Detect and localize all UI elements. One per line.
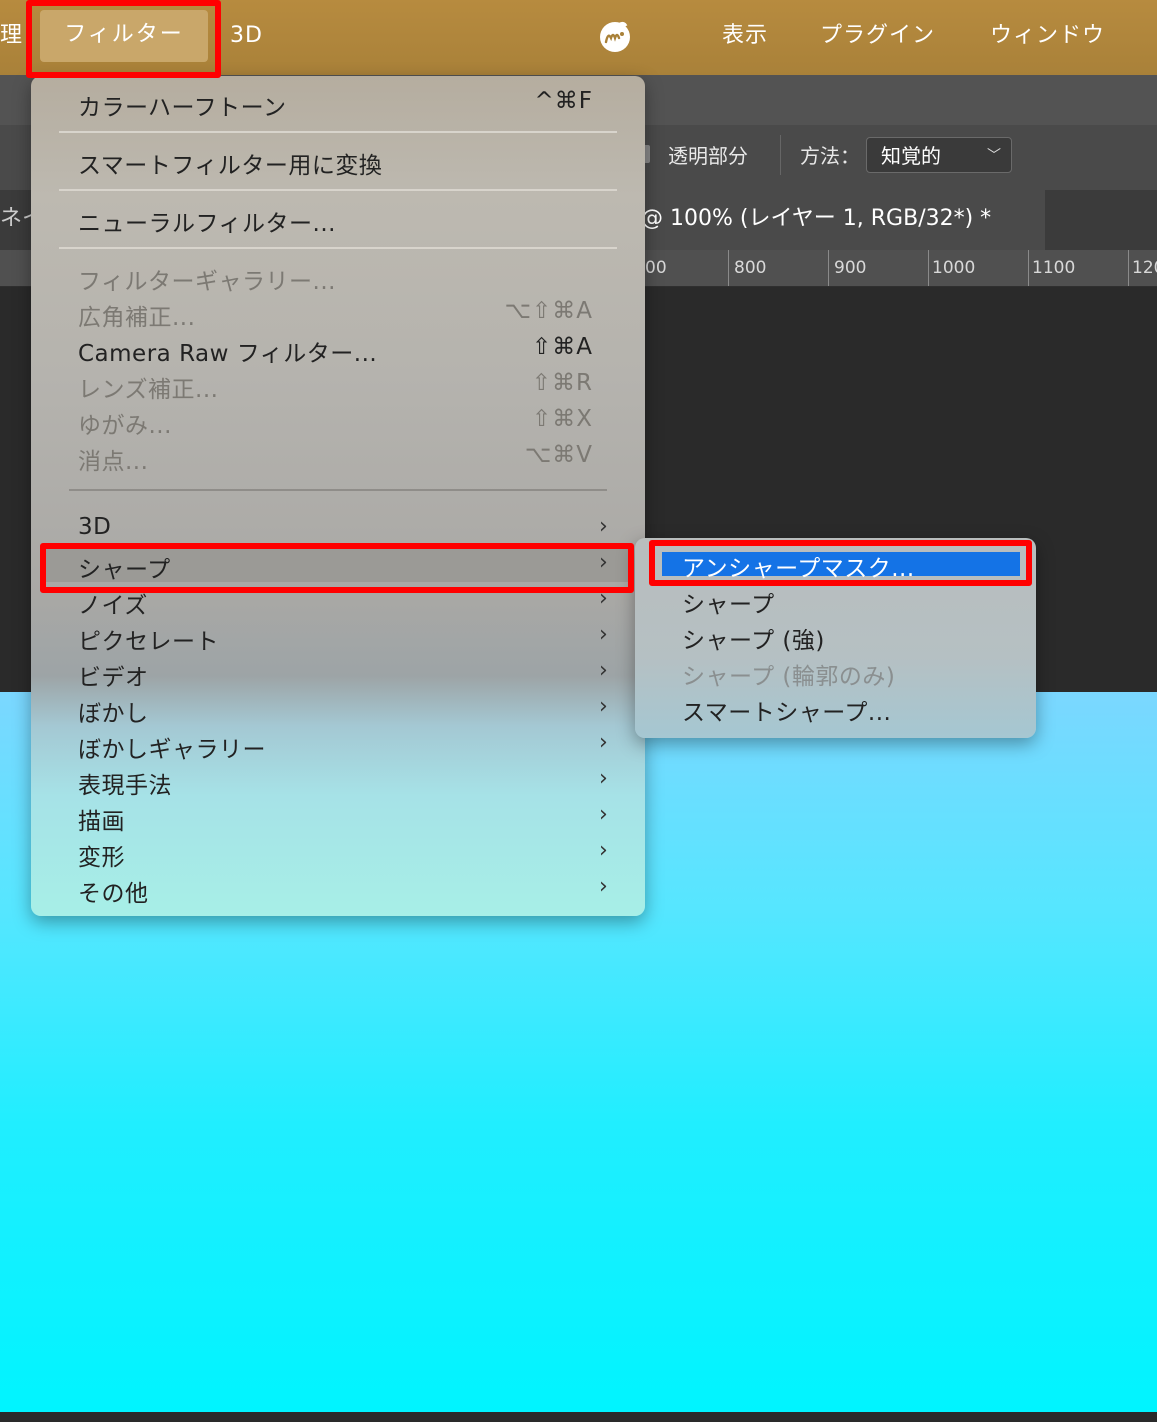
menu-separator: [59, 247, 617, 249]
menu-item-vanishing-point[interactable]: 消点...: [78, 442, 148, 476]
transparency-label: 透明部分: [668, 144, 748, 168]
status-strip: [0, 1412, 1157, 1422]
chevron-down-icon: ﹀: [987, 148, 1001, 164]
ruler-tick: [928, 250, 929, 286]
submenu-item-sharpen-more[interactable]: シャープ (強): [682, 621, 825, 655]
document-tab-title: 1 @ 100% (レイヤー 1, RGB/32*) *: [620, 206, 992, 231]
menu-item-blur-gallery[interactable]: ぼかしギャラリー: [78, 730, 266, 764]
chevron-right-icon: ›: [599, 694, 608, 719]
submenu-item-sharpen-edges[interactable]: シャープ (輪郭のみ): [682, 657, 895, 691]
menu-item-blur[interactable]: ぼかし: [78, 694, 149, 728]
method-label: 方法：: [800, 144, 860, 168]
ruler-label: 00: [645, 258, 667, 278]
menu-item-convert-smart-filter[interactable]: スマートフィルター用に変換: [78, 146, 382, 180]
chevron-right-icon: ›: [599, 766, 608, 791]
menu-item-video[interactable]: ビデオ: [78, 658, 149, 692]
menu-item-lens-correction[interactable]: レンズ補正...: [78, 370, 218, 404]
method-select[interactable]: 知覚的 ﹀: [866, 137, 1012, 173]
ruler-tick: [1028, 250, 1029, 286]
chevron-right-icon: ›: [599, 838, 608, 863]
menu-shortcut: ⇧⌘X: [531, 406, 593, 432]
menu-shortcut: ⌥⌘V: [524, 442, 593, 468]
menubar-item-window[interactable]: ウィンドウ: [990, 0, 1105, 75]
menu-shortcut: ⇧⌘R: [531, 370, 593, 396]
submenu-item-smart-sharpen[interactable]: スマートシャープ...: [682, 693, 891, 727]
document-tab-active[interactable]: 1 @ 100% (レイヤー 1, RGB/32*) *: [620, 190, 1045, 250]
menu-item-filter-gallery[interactable]: フィルターギャラリー...: [78, 262, 336, 296]
menu-item-other[interactable]: その他: [78, 874, 149, 908]
menubar-item-plugins[interactable]: プラグイン: [820, 0, 935, 75]
annotation-box-sharpen: [40, 543, 634, 593]
ruler-tick: [1128, 250, 1129, 286]
ruler-tick: [728, 250, 729, 286]
menu-item-camera-raw-filter[interactable]: Camera Raw フィルター...: [78, 334, 377, 368]
ruler-tick: [828, 250, 829, 286]
menu-separator: [59, 189, 617, 191]
menu-item-3d[interactable]: 3D: [78, 514, 111, 540]
chevron-right-icon: ›: [599, 658, 608, 683]
menu-item-distort[interactable]: 変形: [78, 838, 125, 872]
menubar-item-fragment[interactable]: 理: [0, 0, 23, 75]
menu-item-adaptive-wide-angle[interactable]: 広角補正...: [78, 298, 195, 332]
menu-shortcut: ^⌘F: [534, 88, 593, 114]
ruler-label: 120: [1132, 258, 1157, 278]
menubar-item-3d[interactable]: 3D: [230, 0, 263, 75]
app-logo-icon[interactable]: [598, 20, 632, 54]
menu-item-render[interactable]: 描画: [78, 802, 125, 836]
menu-item-pixelate[interactable]: ピクセレート: [78, 622, 219, 656]
annotation-box-filter-menu: [26, 0, 221, 78]
ruler-label: 800: [734, 258, 767, 278]
menu-separator: [69, 489, 607, 491]
menubar-item-view[interactable]: 表示: [722, 0, 768, 75]
ruler-label: 900: [834, 258, 867, 278]
options-divider: [780, 135, 781, 175]
chevron-right-icon: ›: [599, 622, 608, 647]
chevron-right-icon: ›: [599, 874, 608, 899]
menu-separator: [59, 131, 617, 133]
submenu-item-sharpen[interactable]: シャープ: [682, 585, 775, 619]
annotation-box-unsharp-mask: [649, 540, 1032, 586]
chevron-right-icon: ›: [599, 514, 608, 539]
menu-item-color-halftone[interactable]: カラーハーフトーン: [78, 88, 287, 122]
menu-item-stylize[interactable]: 表現手法: [78, 766, 172, 800]
chevron-right-icon: ›: [599, 802, 608, 827]
filter-menu: カラーハーフトーン ^⌘F スマートフィルター用に変換 ニューラルフィルター..…: [31, 76, 645, 916]
menu-item-liquify[interactable]: ゆがみ...: [78, 406, 172, 440]
menu-shortcut: ⌥⇧⌘A: [504, 298, 593, 324]
chevron-right-icon: ›: [599, 730, 608, 755]
ruler-label: 1000: [932, 258, 976, 278]
menu-item-neural-filters[interactable]: ニューラルフィルター...: [78, 204, 336, 238]
menu-shortcut: ⇧⌘A: [531, 334, 593, 360]
ruler-label: 1100: [1032, 258, 1076, 278]
method-select-value: 知覚的: [881, 144, 941, 168]
